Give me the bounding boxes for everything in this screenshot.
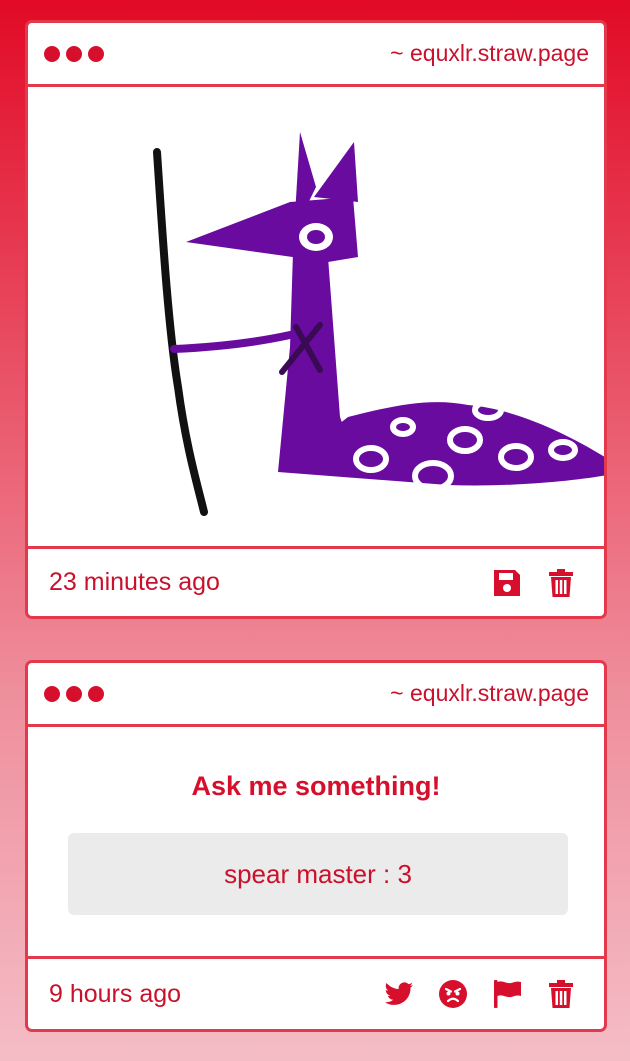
trash-icon[interactable] xyxy=(545,978,577,1010)
card-header: ~ equxlr.straw.page xyxy=(28,663,604,727)
angry-face-icon[interactable] xyxy=(437,978,469,1010)
site-link[interactable]: ~ equxlr.straw.page xyxy=(390,680,589,707)
drawing-image xyxy=(28,87,604,549)
timestamp: 23 minutes ago xyxy=(49,568,220,596)
flag-icon[interactable] xyxy=(491,978,523,1010)
dot-icon xyxy=(88,45,104,62)
window-dots[interactable] xyxy=(44,45,104,62)
dot-icon xyxy=(66,685,82,702)
drawing-svg xyxy=(153,132,604,516)
window-dots[interactable] xyxy=(44,685,104,702)
dot-icon xyxy=(88,685,104,702)
post-card-drawing: ~ equxlr.straw.page 23 minutes ago xyxy=(25,20,607,619)
site-link[interactable]: ~ equxlr.straw.page xyxy=(390,40,589,67)
twitter-icon[interactable] xyxy=(383,978,415,1010)
save-icon[interactable] xyxy=(491,567,523,599)
post-card-ask: ~ equxlr.straw.page Ask me something! sp… xyxy=(25,660,607,1032)
post-actions xyxy=(491,567,577,599)
card-footer: 23 minutes ago xyxy=(28,549,604,616)
post-actions xyxy=(383,978,577,1010)
answer-box: spear master : 3 xyxy=(68,833,568,915)
dot-icon xyxy=(44,45,60,62)
timestamp: 9 hours ago xyxy=(49,979,182,1008)
dot-icon xyxy=(66,45,82,62)
spear-shape xyxy=(153,148,208,516)
answer-text: spear master : 3 xyxy=(224,858,412,889)
ask-body: Ask me something! spear master : 3 xyxy=(28,727,604,959)
arm-shape xyxy=(170,331,294,353)
ask-title: Ask me something! xyxy=(191,771,441,801)
eye-pupil-shape xyxy=(307,230,325,244)
dot-icon xyxy=(44,685,60,702)
card-footer: 9 hours ago xyxy=(28,959,604,1029)
trash-icon[interactable] xyxy=(545,567,577,599)
head-shape xyxy=(186,197,358,262)
card-header: ~ equxlr.straw.page xyxy=(28,23,604,87)
ear-shape xyxy=(314,142,358,202)
